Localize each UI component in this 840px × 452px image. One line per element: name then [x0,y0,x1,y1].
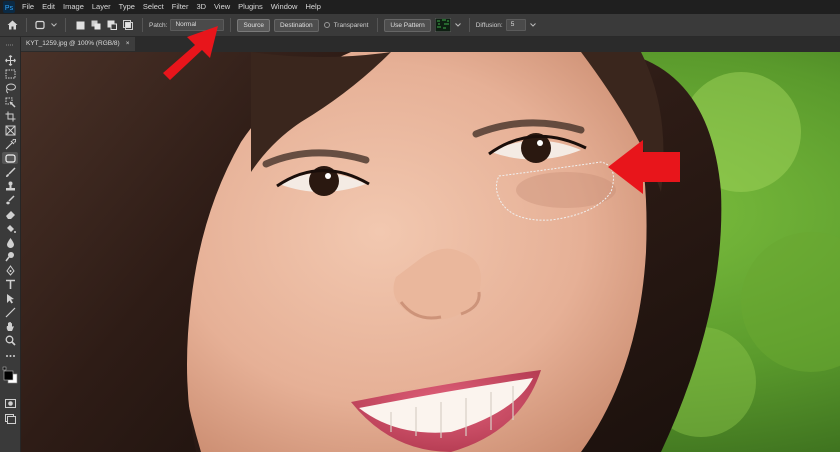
annotation-arrows [163,26,680,194]
arrow-to-selection-icon [608,140,680,194]
arrow-to-source-icon [163,26,218,80]
